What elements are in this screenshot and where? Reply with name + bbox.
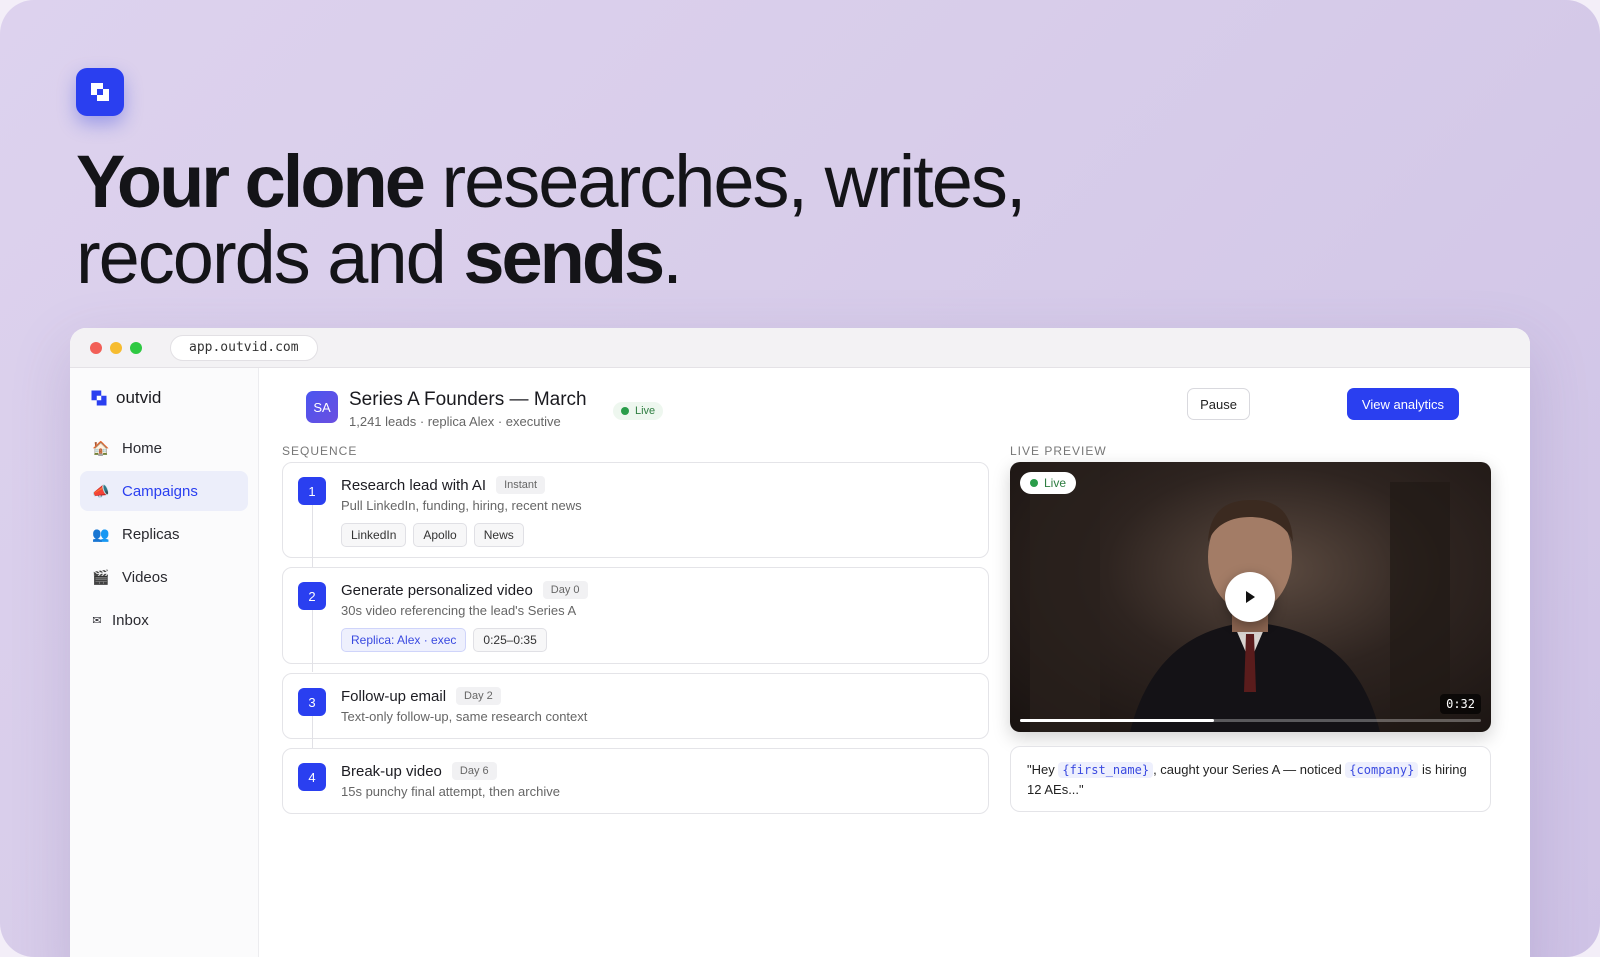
sidebar-item-label: Campaigns bbox=[122, 482, 198, 500]
sequence-step-4[interactable]: 4 Break-up video Day 6 15s punchy final … bbox=[282, 748, 989, 814]
video-progress-bar[interactable] bbox=[1020, 719, 1481, 722]
outvid-logo-icon bbox=[76, 68, 124, 116]
clapper-icon: 🎬 bbox=[92, 568, 110, 585]
step-number: 2 bbox=[298, 582, 326, 610]
play-icon bbox=[1246, 591, 1255, 603]
hero-text-1: researches, writes, bbox=[422, 140, 1026, 223]
close-window-icon[interactable] bbox=[90, 341, 102, 354]
minimize-window-icon[interactable] bbox=[110, 341, 122, 354]
hero-bold-1: Your clone bbox=[76, 140, 426, 223]
page-background: Your clone researches, writes, records a… bbox=[0, 0, 1600, 957]
live-dot-icon bbox=[621, 407, 629, 415]
script-preview: "Hey {first_name}, caught your Series A … bbox=[1010, 746, 1491, 812]
video-timestamp: 0:32 bbox=[1440, 694, 1481, 714]
step-title: Follow-up email bbox=[341, 687, 447, 705]
maximize-window-icon[interactable] bbox=[130, 341, 142, 354]
live-dot-icon bbox=[1030, 479, 1038, 487]
video-live-label: Live bbox=[1044, 476, 1067, 490]
sidebar-item-inbox[interactable]: ✉ Inbox bbox=[80, 600, 248, 640]
sidebar-item-videos[interactable]: 🎬 Videos bbox=[80, 557, 248, 597]
script-text: "Hey bbox=[1027, 762, 1059, 777]
step-connector bbox=[312, 610, 313, 672]
brand-name: outvid bbox=[116, 388, 162, 407]
sidebar: outvid 🏠 Home 📣 Campaigns 👥 Replicas 🎬 V… bbox=[70, 368, 259, 957]
hero-period: . bbox=[662, 216, 683, 299]
step-number: 3 bbox=[298, 688, 326, 716]
step-number: 1 bbox=[298, 477, 326, 505]
duration-chip[interactable]: 0:25–0:35 bbox=[473, 628, 547, 652]
sequence-list: 1 Research lead with AI Instant Pull Lin… bbox=[282, 462, 989, 823]
status-badge: Live bbox=[613, 402, 664, 420]
campaign-subtitle: 1,241 leads · replica Alex · executive bbox=[349, 414, 561, 429]
url-bar[interactable]: app.outvid.com bbox=[170, 334, 318, 361]
campaign-title: Series A Founders — March bbox=[349, 389, 587, 410]
source-chip-news[interactable]: News bbox=[473, 523, 524, 547]
envelope-icon: ✉ bbox=[92, 614, 102, 627]
sequence-step-3[interactable]: 3 Follow-up email Day 2 Text-only follow… bbox=[282, 673, 989, 748]
view-analytics-button[interactable]: View analytics bbox=[1347, 388, 1459, 420]
sidebar-item-campaigns[interactable]: 📣 Campaigns bbox=[80, 471, 248, 511]
variable-first-name[interactable]: {first_name} bbox=[1058, 762, 1154, 778]
step-timing-tag: Day 0 bbox=[542, 581, 588, 599]
campaign-header: SA Series A Founders — March 1,241 leads… bbox=[283, 368, 1506, 430]
browser-titlebar: app.outvid.com bbox=[70, 328, 1530, 368]
variable-company[interactable]: {company} bbox=[1345, 762, 1419, 778]
sidebar-item-home[interactable]: 🏠 Home bbox=[80, 428, 248, 468]
source-chip-linkedin[interactable]: LinkedIn bbox=[341, 523, 407, 547]
step-title: Generate personalized video bbox=[341, 581, 533, 599]
step-description: 30s video referencing the lead's Series … bbox=[341, 603, 577, 618]
status-badge-label: Live bbox=[635, 405, 656, 417]
megaphone-icon: 📣 bbox=[92, 482, 110, 499]
step-number: 4 bbox=[298, 763, 326, 791]
people-icon: 👥 bbox=[92, 525, 110, 542]
sequence-label: SEQUENCE bbox=[282, 444, 358, 458]
step-timing-tag: Instant bbox=[496, 476, 546, 494]
main-content: SA Series A Founders — March 1,241 leads… bbox=[259, 368, 1530, 957]
step-connector bbox=[312, 716, 313, 748]
step-title: Break-up video bbox=[341, 762, 442, 780]
sidebar-brand[interactable]: outvid bbox=[80, 388, 248, 408]
house-icon: 🏠 bbox=[92, 439, 110, 456]
script-text: , caught your Series A — noticed bbox=[1153, 762, 1346, 777]
step-description: Text-only follow-up, same research conte… bbox=[341, 709, 588, 724]
step-title: Research lead with AI bbox=[341, 476, 487, 494]
app-window: app.outvid.com outvid 🏠 Home 📣 Campaigns bbox=[70, 328, 1530, 957]
sidebar-item-label: Videos bbox=[122, 568, 168, 586]
sidebar-item-replicas[interactable]: 👥 Replicas bbox=[80, 514, 248, 554]
sidebar-item-label: Home bbox=[122, 439, 163, 457]
video-preview[interactable]: Live 0:32 bbox=[1010, 462, 1491, 732]
sidebar-item-label: Replicas bbox=[122, 525, 180, 543]
campaign-avatar: SA bbox=[306, 391, 338, 423]
sequence-step-2[interactable]: 2 Generate personalized video Day 0 30s … bbox=[282, 567, 989, 672]
outvid-brand-icon bbox=[91, 390, 107, 406]
step-description: Pull LinkedIn, funding, hiring, recent n… bbox=[341, 498, 582, 513]
video-live-badge: Live bbox=[1020, 472, 1077, 494]
source-chip-apollo[interactable]: Apollo bbox=[413, 523, 467, 547]
sequence-step-1[interactable]: 1 Research lead with AI Instant Pull Lin… bbox=[282, 462, 989, 567]
sidebar-item-label: Inbox bbox=[112, 611, 149, 629]
step-timing-tag: Day 6 bbox=[451, 762, 497, 780]
replica-chip[interactable]: Replica: Alex · exec bbox=[341, 628, 467, 652]
step-description: 15s punchy final attempt, then archive bbox=[341, 784, 560, 799]
hero-bold-2: sends bbox=[463, 216, 665, 299]
pause-button[interactable]: Pause bbox=[1187, 388, 1250, 420]
step-connector bbox=[312, 505, 313, 567]
hero-headline: Your clone researches, writes, records a… bbox=[76, 144, 1176, 296]
live-preview-label: LIVE PREVIEW bbox=[1010, 444, 1107, 458]
hero-text-2: records and bbox=[76, 216, 464, 299]
video-progress-fill bbox=[1020, 719, 1214, 722]
play-button[interactable] bbox=[1225, 572, 1275, 622]
step-timing-tag: Day 2 bbox=[456, 687, 501, 705]
